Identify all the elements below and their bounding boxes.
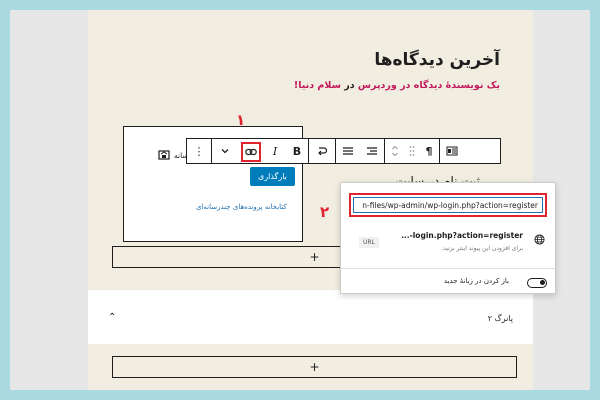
new-tab-row: باز کردن در زبانهٔ جدید	[349, 276, 549, 290]
popover-divider	[341, 268, 555, 269]
block-parent-icon	[446, 146, 458, 156]
annotation-number-1: ۱	[236, 111, 246, 129]
comment-site[interactable]: وردپرس	[358, 80, 397, 91]
align-right-button[interactable]	[360, 139, 384, 163]
suggestion-description: برای افزودن این پیوند اینتر بزنید.	[441, 245, 523, 252]
comment-author[interactable]: یک نویسندهٔ دیدگاه در	[400, 80, 500, 91]
plus-icon: +	[309, 250, 320, 264]
link-highlight	[241, 141, 261, 162]
align-button[interactable]	[336, 139, 360, 163]
block-toolbar: ⋮ I B ¶	[186, 138, 501, 164]
plus-icon: +	[309, 360, 320, 374]
annotation-number-2: ۲	[320, 203, 330, 221]
comment-post-link[interactable]: سلام دنیا!	[294, 80, 341, 91]
block-appender-button-2[interactable]: +	[112, 356, 517, 378]
drag-handle[interactable]	[405, 139, 419, 163]
link-icon	[245, 148, 257, 155]
toggle-knob	[540, 280, 545, 285]
url-input-value: n-files/wp-admin/wp-login.php?action=reg…	[362, 200, 538, 210]
more-options-button[interactable]: ⋮	[187, 139, 211, 163]
screenshot-frame: آخرین دیدگاه‌ها یک نویسندهٔ دیدگاه در ور…	[10, 10, 590, 390]
italic-label: I	[272, 144, 278, 158]
comments-heading: آخرین دیدگاه‌ها	[374, 50, 500, 70]
move-button[interactable]	[385, 139, 405, 163]
section-header[interactable]: ⌃ پانرگ ۲	[88, 300, 533, 344]
link-suggestion[interactable]: URL ...-login.php?action=register برای ا…	[349, 229, 549, 259]
new-tab-toggle[interactable]	[527, 278, 547, 288]
paragraph-icon: ¶	[425, 144, 433, 158]
comment-line: یک نویسندهٔ دیدگاه در وردپرس در سلام دنی…	[294, 80, 500, 91]
media-icon	[158, 150, 170, 160]
chevron-down-icon	[221, 149, 229, 154]
bold-button[interactable]: B	[286, 139, 308, 163]
paragraph-block-button[interactable]: ¶	[419, 139, 439, 163]
text-direction-button[interactable]	[309, 139, 335, 163]
move-up-down-icon	[392, 145, 398, 157]
media-library-link[interactable]: کتابخانه پرونده‌های چندرسانه‌ای	[196, 203, 287, 211]
suggestion-title: ...-login.php?action=register	[401, 231, 523, 240]
url-input-highlight: n-files/wp-admin/wp-login.php?action=reg…	[349, 193, 547, 217]
bold-label: B	[292, 144, 302, 158]
align-right-icon	[367, 147, 377, 155]
new-tab-label: باز کردن در زبانهٔ جدید	[443, 277, 509, 285]
link-button[interactable]	[238, 139, 264, 163]
italic-button[interactable]: I	[264, 139, 286, 163]
url-input[interactable]: n-files/wp-admin/wp-login.php?action=reg…	[353, 197, 543, 213]
globe-icon	[534, 234, 545, 245]
upload-button[interactable]: بارگذاری	[250, 167, 295, 186]
section-title: پانرگ ۲	[487, 314, 513, 323]
drag-handle-icon	[409, 146, 415, 156]
redo-arrow-icon	[318, 147, 328, 156]
more-options-icon: ⋮	[193, 144, 205, 158]
link-popover: n-files/wp-admin/wp-login.php?action=reg…	[340, 182, 556, 294]
chevron-up-icon[interactable]: ⌃	[108, 312, 116, 323]
more-formats-button[interactable]	[212, 139, 238, 163]
align-icon	[343, 147, 353, 155]
parent-block-button[interactable]	[440, 139, 464, 163]
url-badge: URL	[359, 237, 379, 248]
comment-in: در	[340, 80, 358, 91]
